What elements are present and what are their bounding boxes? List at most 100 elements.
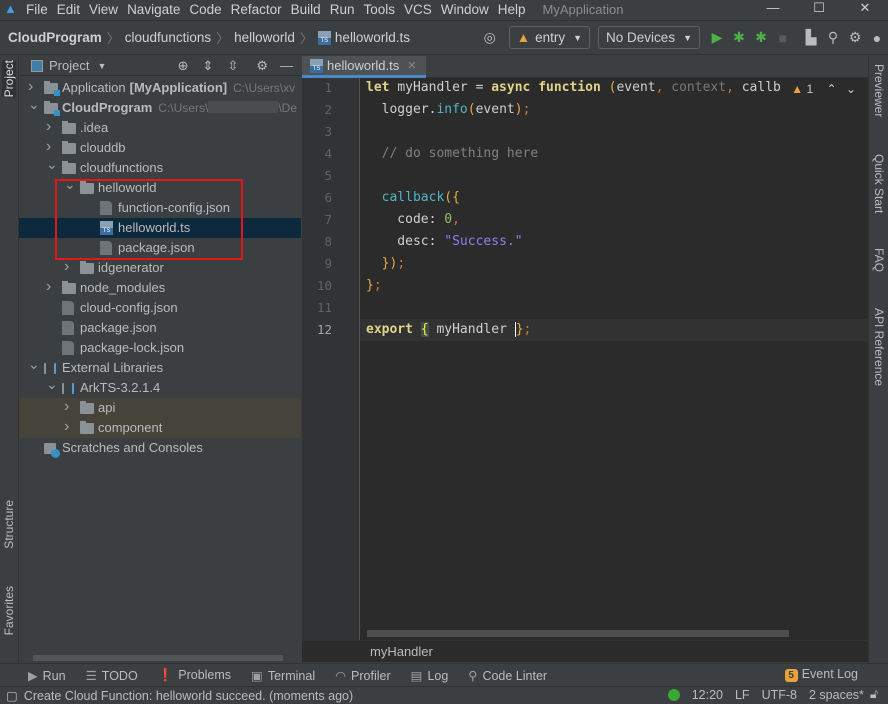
tool-window-problems[interactable]: ❗ Problems (158, 668, 231, 683)
menu-window[interactable]: Window (441, 2, 489, 17)
tool-window-terminal[interactable]: ▣ Terminal (251, 668, 315, 683)
menu-view[interactable]: View (89, 2, 118, 17)
locate-icon[interactable]: ⊕ (178, 58, 189, 74)
breadcrumb-item[interactable]: helloworld (234, 30, 295, 45)
tool-window-code-linter[interactable]: ⚲ Code Linter (468, 668, 547, 683)
tree-item[interactable]: ⌄ CloudProgram C:\Users\ \De (19, 96, 301, 118)
chevron-right-icon[interactable]: › (64, 257, 69, 277)
code-line[interactable]: // do something here (366, 146, 539, 161)
menu-navigate[interactable]: Navigate (127, 2, 180, 17)
menu-run[interactable]: Run (330, 2, 355, 17)
horizontal-scrollbar[interactable] (33, 655, 283, 661)
tree-item[interactable]: ⌄ External Libraries (19, 356, 301, 378)
device-dropdown[interactable]: No Devices ▼ (598, 26, 700, 49)
menu-vcs[interactable]: VCS (404, 2, 432, 17)
maximize-button[interactable]: ☐ (796, 0, 842, 18)
structure-tool-tab[interactable]: Structure (2, 500, 16, 549)
code-line[interactable]: desc: "Success." (366, 234, 522, 249)
gear-icon[interactable]: ⚙ (256, 58, 268, 74)
project-view-selector[interactable]: Project (49, 58, 89, 73)
tree-item[interactable]: ⌄ cloudfunctions (19, 156, 301, 178)
caret-position[interactable]: 12:20 (692, 688, 723, 702)
gear-icon[interactable]: ⚙ (844, 29, 866, 46)
menu-build[interactable]: Build (291, 2, 321, 17)
stop-icon[interactable]: ■ (772, 30, 794, 46)
inspection-widget[interactable]: ▲ 1 ⌃ ⌄ (791, 82, 856, 96)
menu-code[interactable]: Code (189, 2, 221, 17)
faq-tool-tab[interactable]: FAQ (872, 248, 886, 272)
run-icon[interactable]: ▶ (706, 29, 728, 46)
hide-icon[interactable]: — (280, 58, 293, 73)
run-config-dropdown[interactable]: ▲ entry ▼ (508, 26, 591, 49)
account-icon[interactable]: ● (866, 30, 888, 46)
expand-all-icon[interactable]: ⇕ (203, 58, 214, 74)
code-line[interactable]: callback({ (366, 190, 460, 205)
debug-icon[interactable]: ✱ (728, 29, 750, 46)
attach-debugger-icon[interactable]: ✱ (750, 29, 772, 46)
tree-item[interactable]: › .idea (19, 118, 301, 138)
close-button[interactable]: ✕ (842, 0, 888, 18)
quick-start-tool-tab[interactable]: Quick Start (872, 154, 886, 213)
tool-window-profiler[interactable]: ◠ Profiler (335, 668, 391, 683)
chevron-down-icon[interactable]: ⌄ (846, 82, 856, 96)
event-log-button[interactable]: 5 Event Log (784, 667, 858, 682)
tree-item[interactable]: › component (19, 418, 301, 438)
chevron-right-icon[interactable]: › (46, 277, 51, 297)
status-message[interactable]: Create Cloud Function: helloworld succee… (24, 689, 353, 703)
code-line[interactable]: export { myHandler }; (366, 322, 531, 337)
tree-item[interactable]: › node_modules (19, 278, 301, 298)
tree-item[interactable]: › api (19, 398, 301, 418)
breadcrumb-item[interactable]: CloudProgram (8, 30, 102, 45)
tree-item[interactable]: › Application [MyApplication] C:\Users\xv (19, 78, 301, 98)
chevron-down-icon[interactable]: ⌄ (46, 154, 58, 174)
tool-window-todo[interactable]: ☰ TODO (86, 668, 138, 683)
menu-refactor[interactable]: Refactor (231, 2, 282, 17)
chevron-down-icon[interactable]: ⌄ (46, 374, 58, 394)
lock-icon[interactable]: 🔓︎ (870, 687, 878, 702)
tab-helloworld-ts[interactable]: helloworld.ts ✕ (302, 56, 426, 78)
project-structure-icon[interactable]: ▙ (800, 29, 822, 46)
menu-edit[interactable]: Edit (57, 2, 80, 17)
target-icon[interactable]: ◎ (479, 29, 501, 46)
tree-item[interactable]: package.json (19, 318, 301, 338)
toggle-tool-windows-icon[interactable]: ▢ (6, 688, 18, 703)
chevron-up-icon[interactable]: ⌃ (827, 82, 837, 96)
file-encoding[interactable]: UTF-8 (762, 688, 797, 702)
code-line[interactable]: let myHandler = async function (event, c… (366, 80, 781, 95)
chevron-right-icon[interactable]: › (46, 117, 51, 137)
chevron-right-icon[interactable]: › (64, 417, 69, 437)
tree-item[interactable]: package-lock.json (19, 338, 301, 358)
api-reference-tool-tab[interactable]: API Reference (872, 308, 886, 386)
tree-item[interactable]: Scratches and Consoles (19, 438, 301, 458)
chevron-down-icon[interactable]: ⌄ (28, 354, 40, 374)
menu-tools[interactable]: Tools (363, 2, 395, 17)
code-line[interactable]: logger.info(event); (366, 102, 531, 117)
editor-horizontal-scrollbar[interactable] (367, 630, 789, 637)
tree-item[interactable]: › clouddb (19, 138, 301, 158)
tree-item[interactable]: › idgenerator (19, 258, 301, 278)
breadcrumb-item[interactable]: helloworld.ts (335, 30, 410, 45)
tool-window-log[interactable]: ▤ Log (411, 668, 449, 683)
line-separator[interactable]: LF (735, 688, 750, 702)
close-tab-icon[interactable]: ✕ (407, 59, 416, 72)
search-icon[interactable]: ⚲ (822, 29, 844, 46)
tool-window-run[interactable]: ▶ Run (28, 668, 66, 683)
breadcrumb-item[interactable]: cloudfunctions (125, 30, 211, 45)
editor-breadcrumb[interactable]: myHandler (302, 640, 868, 662)
code-line[interactable]: }; (366, 278, 382, 293)
menu-file[interactable]: File (26, 2, 48, 17)
previewer-tool-tab[interactable]: Previewer (872, 64, 886, 117)
tree-item[interactable]: cloud-config.json (19, 298, 301, 318)
code-line[interactable]: code: 0, (366, 212, 460, 227)
favorites-tool-tab[interactable]: Favorites (2, 586, 16, 635)
minimize-button[interactable]: — (750, 0, 796, 18)
project-tool-tab[interactable]: Project (2, 60, 16, 98)
code-line[interactable]: }); (366, 256, 405, 271)
indent-setting[interactable]: 2 spaces* (809, 688, 864, 702)
menu-help[interactable]: Help (498, 2, 526, 17)
chevron-right-icon[interactable]: › (64, 397, 69, 417)
chevron-down-icon[interactable]: ⌄ (28, 94, 40, 114)
collapse-all-icon[interactable]: ⇳ (227, 58, 238, 74)
chevron-down-icon[interactable]: ▼ (97, 61, 106, 71)
tree-item[interactable]: ⌄ ArkTS-3.2.1.4 (19, 376, 301, 398)
